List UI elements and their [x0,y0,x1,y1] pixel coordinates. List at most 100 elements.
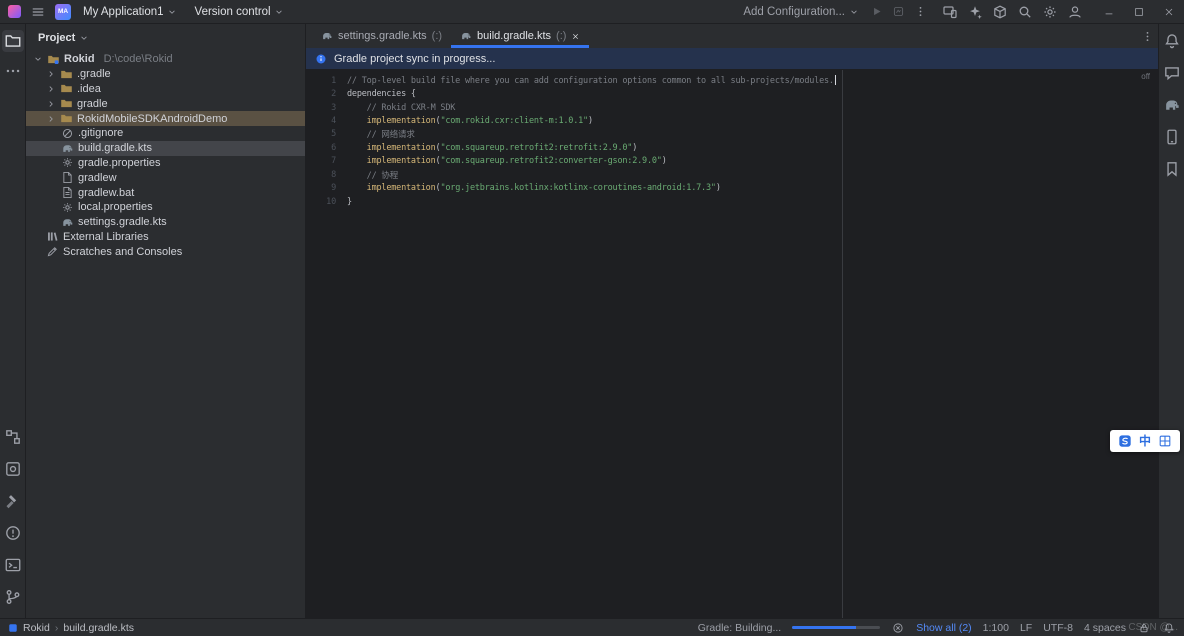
settings-button[interactable] [1039,1,1061,23]
line-number[interactable]: 2 [306,89,336,99]
structure-icon [4,428,22,446]
tree-item-label: settings.gradle.kts [78,216,167,228]
gradle-panel-button[interactable] [1161,94,1183,116]
settings-icon [1042,4,1058,20]
code-line: 4 implementation("com.rokid.cxr:client-m… [306,114,1158,127]
tree-item-gradle[interactable]: .gradle [26,67,305,82]
tree-item-build-gradle-kts[interactable]: build.gradle.kts [26,141,305,156]
code-line: 5 // 网络请求 [306,128,1158,141]
notifications-button[interactable] [1161,30,1183,52]
line-separator[interactable]: LF [1020,622,1032,634]
version-control-button[interactable] [2,586,24,608]
right-tool-strip [1158,24,1184,618]
line-number[interactable]: 5 [306,129,336,139]
chevron-down-icon [167,7,177,17]
tree-item-rokid[interactable]: RokidD:\code\Rokid [26,52,305,67]
main-menu-button[interactable] [27,1,49,23]
tree-item-scratches-and-consoles[interactable]: Scratches and Consoles [26,244,305,259]
tree-item-gradlew-bat[interactable]: gradlew.bat [26,185,305,200]
line-number[interactable]: 3 [306,103,336,113]
close-tab-icon[interactable] [571,32,580,41]
line-number[interactable]: 1 [306,76,336,86]
status-bar: Rokid › build.gradle.kts Gradle: Buildin… [0,618,1184,636]
sogou-input-icon[interactable] [1118,434,1132,448]
breadcrumb[interactable]: Rokid › build.gradle.kts [8,622,134,634]
tree-item-label: Scratches and Consoles [63,246,182,258]
code-editor[interactable]: off 1// Top-level build file where you c… [306,70,1158,618]
sdk-manager-button[interactable] [989,1,1011,23]
breadcrumb-file[interactable]: build.gradle.kts [63,622,134,634]
version-control-menu[interactable]: Version control [189,3,290,21]
library-icon [46,230,59,243]
tree-item-local-properties[interactable]: local.properties [26,200,305,215]
close-button[interactable] [1154,0,1184,24]
maximize-button[interactable] [1124,0,1154,24]
tree-item-external-libraries[interactable]: External Libraries [26,230,305,245]
account-button[interactable] [1064,1,1086,23]
tree-item-gitignore[interactable]: .gitignore [26,126,305,141]
project-folder-icon [47,53,60,66]
show-all-link[interactable]: Show all (2) [916,622,971,634]
tree-item-rokidmobilesdkandroiddemo[interactable]: RokidMobileSDKAndroidDemo [26,111,305,126]
code-text: } [347,197,352,207]
titlebar-left: MA My Application1 Version control [8,1,290,23]
module-icon [8,623,18,633]
readonly-toggle[interactable] [1137,621,1151,635]
caret-position[interactable]: 1:100 [983,622,1009,634]
editor-tab-bar: settings.gradle.kts(:)build.gradle.kts(:… [306,24,1158,48]
line-number[interactable]: 10 [306,197,336,207]
tree-item-gradle-properties[interactable]: gradle.properties [26,156,305,171]
ignore-icon [61,127,74,140]
cancel-build-button[interactable] [891,621,905,635]
left-tool-strip [0,24,26,618]
profiler-button[interactable] [887,1,909,23]
tree-item-settings-gradle-kts[interactable]: settings.gradle.kts [26,215,305,230]
ai-assistant-button[interactable] [964,1,986,23]
run-button[interactable] [865,1,887,23]
tab-settings-gradle-kts[interactable]: settings.gradle.kts(:) [312,24,451,48]
tab-build-gradle-kts[interactable]: build.gradle.kts(:) [451,24,589,48]
tab-options-button[interactable] [1136,25,1158,47]
tree-item-idea[interactable]: .idea [26,82,305,97]
line-number[interactable]: 8 [306,170,336,180]
ai-assistant-icon [967,4,983,20]
bookmarks-icon [1163,160,1181,178]
project-tool-button[interactable] [2,30,24,52]
terminal-icon [4,556,22,574]
build-button[interactable] [2,490,24,512]
bookmarks-button[interactable] [1161,158,1183,180]
tree-item-gradlew[interactable]: gradlew [26,170,305,185]
cancel-icon [892,622,904,634]
problems-button[interactable] [2,522,24,544]
device-manager-button[interactable] [939,1,961,23]
services-button[interactable] [2,458,24,480]
run-configuration-select[interactable]: Add Configuration... [737,3,865,21]
more-run-actions-button[interactable] [909,1,931,23]
code-text: implementation("org.jetbrains.kotlinx:ko… [347,183,721,193]
project-name-menu[interactable]: My Application1 [77,3,183,21]
code-line: 9 implementation("org.jetbrains.kotlinx:… [306,182,1158,195]
gradle-file-icon [61,142,74,155]
titlebar-tools [939,1,1086,23]
notifications-status-button[interactable] [1162,621,1176,635]
ai-assistant-panel-button[interactable] [1161,62,1183,84]
line-number[interactable]: 6 [306,143,336,153]
more-tool-windows-button[interactable] [2,60,24,82]
tab-suffix: (:) [432,30,442,42]
minimize-button[interactable] [1094,0,1124,24]
ime-fullwidth-icon[interactable] [1158,434,1172,448]
line-number[interactable]: 7 [306,156,336,166]
tree-item-gradle[interactable]: gradle [26,96,305,111]
ime-language-indicator[interactable]: 中 [1139,435,1151,447]
breadcrumb-project[interactable]: Rokid [23,622,50,634]
file-encoding[interactable]: UTF-8 [1043,622,1073,634]
line-number[interactable]: 4 [306,116,336,126]
terminal-button[interactable] [2,554,24,576]
line-number[interactable]: 9 [306,183,336,193]
bell-icon [1163,622,1175,634]
structure-button[interactable] [2,426,24,448]
search-everywhere-button[interactable] [1014,1,1036,23]
indent-style[interactable]: 4 spaces [1084,622,1126,634]
device-explorer-button[interactable] [1161,126,1183,148]
project-panel-header[interactable]: Project [26,24,305,50]
